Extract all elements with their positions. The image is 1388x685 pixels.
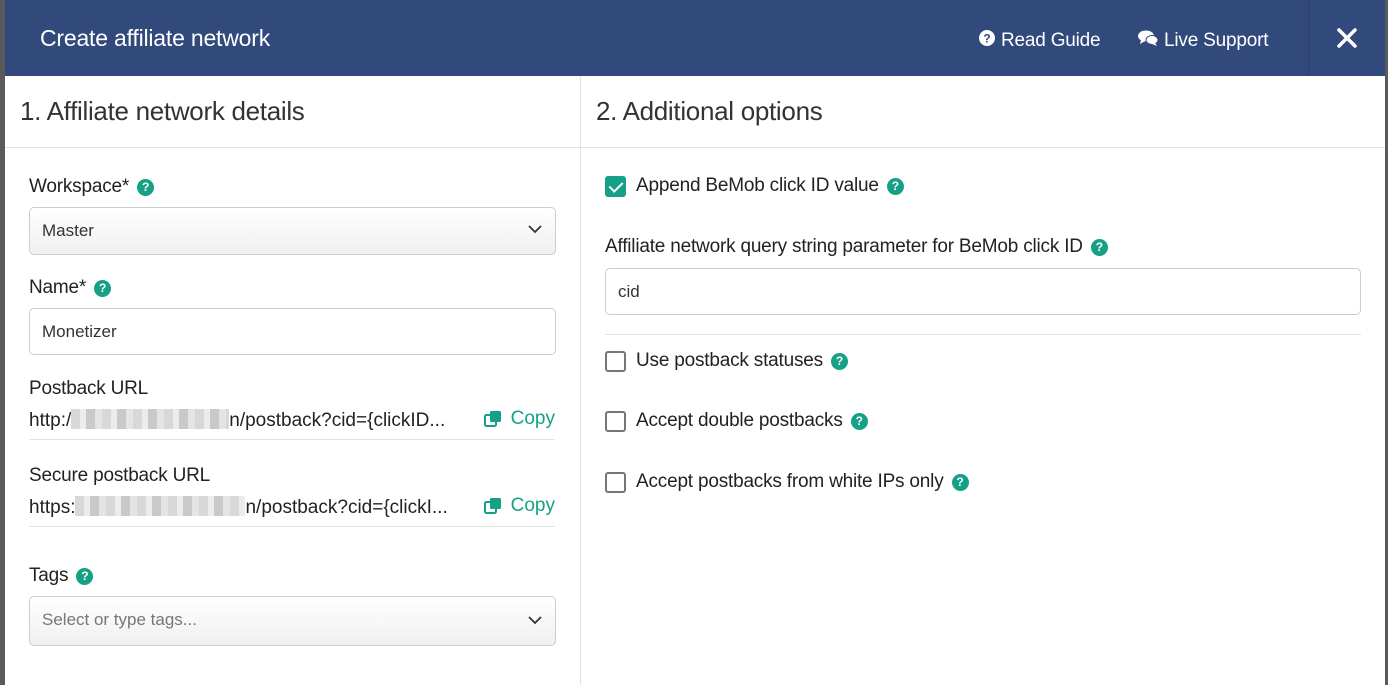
query-param-label-row: Affiliate network query string parameter… (605, 236, 1108, 258)
workspace-label: Workspace* (29, 176, 130, 197)
help-icon[interactable]: ? (76, 567, 94, 585)
help-icon[interactable]: ? (137, 178, 155, 196)
use-postback-statuses-label: Use postback statuses (636, 350, 823, 371)
help-icon[interactable]: ? (1090, 238, 1108, 256)
redacted-domain (71, 409, 230, 429)
secure-postback-url-text: https: n/postback?cid={clickI... (29, 496, 448, 519)
chat-bubbles-icon (1138, 30, 1159, 52)
postback-url-label-row: Postback URL (29, 378, 148, 400)
append-click-id-row: Append BeMob click ID value ? (605, 175, 904, 197)
query-param-input[interactable]: cid (605, 268, 1361, 315)
append-click-id-checkbox[interactable] (605, 175, 626, 197)
copy-postback-button[interactable]: Copy (483, 408, 555, 430)
postback-url-prefix: http:/ (29, 410, 72, 431)
help-icon[interactable]: ? (830, 352, 848, 370)
read-guide-link[interactable]: ? Read Guide (979, 30, 1101, 52)
query-param-label: Affiliate network query string parameter… (605, 236, 1083, 257)
postback-url-text: http:/ n/postback?cid={clickID... (29, 409, 445, 432)
use-postback-statuses-checkbox[interactable] (605, 350, 626, 372)
secure-postback-label-row: Secure postback URL (29, 465, 210, 487)
section-title-options: 2. Additional options (596, 96, 823, 126)
postback-url-suffix: n/postback?cid={clickID... (229, 410, 446, 431)
accept-double-postbacks-checkbox[interactable] (605, 410, 626, 432)
tags-label: Tags (29, 565, 69, 586)
secure-postback-url-row: https: n/postback?cid={clickI... Copy (29, 493, 555, 527)
name-label: Name* (29, 277, 87, 298)
options-divider (605, 334, 1361, 335)
copy-icon (483, 411, 501, 427)
read-guide-label: Read Guide (1001, 30, 1101, 51)
section-header-options: 2. Additional options (581, 76, 1385, 148)
tags-placeholder: Select or type tags... (42, 610, 197, 629)
live-support-label: Live Support (1164, 30, 1269, 51)
help-icon[interactable]: ? (94, 279, 112, 297)
use-postback-statuses-row: Use postback statuses ? (605, 350, 848, 372)
chevron-down-icon (528, 616, 542, 625)
name-input[interactable]: Monetizer (29, 308, 556, 355)
workspace-select[interactable]: Master (29, 207, 556, 255)
query-param-value: cid (618, 282, 640, 301)
copy-label: Copy (510, 408, 555, 429)
secure-postback-label: Secure postback URL (29, 465, 211, 486)
workspace-selected-value: Master (42, 221, 94, 240)
workspace-label-row: Workspace* ? (29, 176, 155, 198)
header-divider (1308, 0, 1309, 76)
modal-title: Create affiliate network (40, 25, 271, 51)
close-icon (1337, 28, 1357, 48)
live-support-link[interactable]: Live Support (1138, 30, 1268, 52)
copy-icon (483, 498, 501, 514)
section-header-details: 1. Affiliate network details (5, 76, 580, 148)
tags-select[interactable]: Select or type tags... (29, 596, 556, 646)
secure-postback-prefix: https: (29, 497, 76, 518)
copy-secure-postback-button[interactable]: Copy (483, 495, 555, 517)
question-circle-icon: ? (979, 30, 995, 52)
secure-postback-suffix: n/postback?cid={clickI... (245, 497, 448, 518)
modal-header: Create affiliate network ? Read Guide Li… (5, 0, 1385, 76)
help-icon[interactable]: ? (951, 473, 969, 491)
copy-label: Copy (510, 495, 555, 516)
accept-double-postbacks-row: Accept double postbacks ? (605, 410, 868, 432)
white-ips-only-checkbox[interactable] (605, 471, 626, 493)
name-input-value: Monetizer (42, 322, 117, 341)
append-click-id-label: Append BeMob click ID value (636, 175, 879, 196)
help-icon[interactable]: ? (850, 412, 868, 430)
column-divider (580, 76, 581, 685)
chevron-down-icon (528, 225, 542, 234)
accept-double-postbacks-label: Accept double postbacks (636, 410, 843, 431)
white-ips-only-label: Accept postbacks from white IPs only (636, 471, 944, 492)
white-ips-only-row: Accept postbacks from white IPs only ? (605, 471, 969, 493)
postback-url-row: http:/ n/postback?cid={clickID... Copy (29, 406, 555, 440)
svg-text:?: ? (983, 32, 990, 46)
name-label-row: Name* ? (29, 277, 112, 299)
create-affiliate-network-modal: Create affiliate network ? Read Guide Li… (5, 0, 1385, 685)
close-button[interactable] (1327, 18, 1367, 58)
tags-label-row: Tags ? (29, 565, 94, 587)
help-icon[interactable]: ? (886, 177, 904, 195)
section-title-details: 1. Affiliate network details (20, 96, 305, 126)
redacted-domain (75, 496, 246, 516)
postback-url-label: Postback URL (29, 378, 149, 399)
